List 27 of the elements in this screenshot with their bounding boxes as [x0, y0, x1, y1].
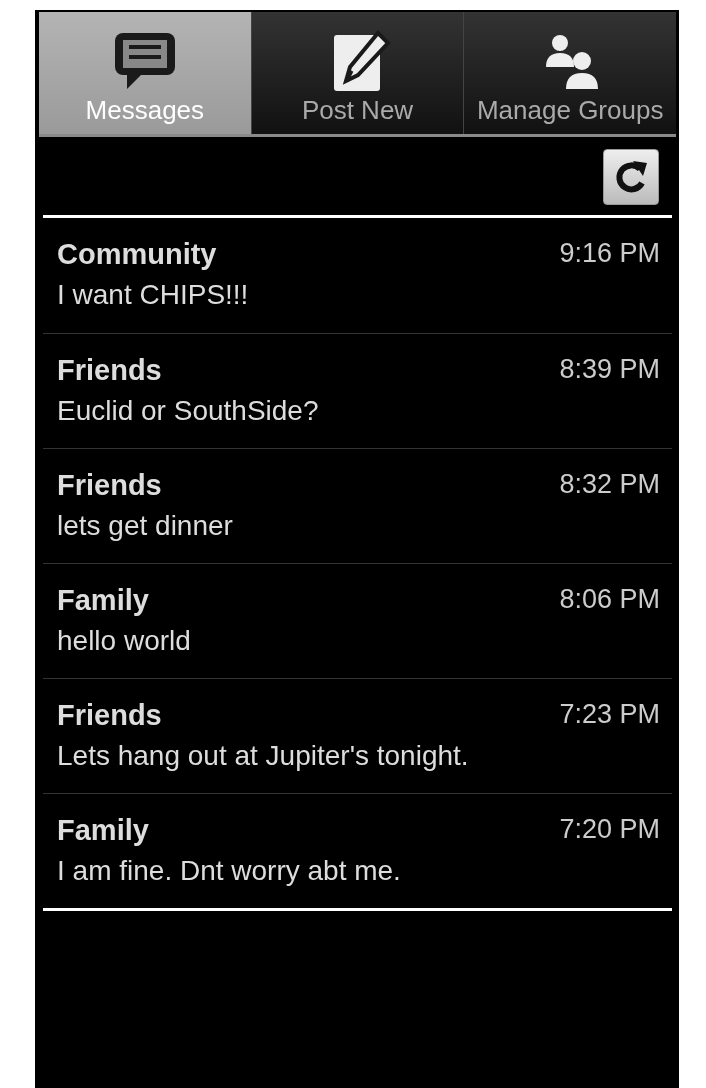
message-row[interactable]: Friends 8:32 PM lets get dinner [43, 448, 672, 563]
message-row[interactable]: Friends 7:23 PM Lets hang out at Jupiter's tonight. [43, 678, 672, 793]
message-text: hello world [57, 625, 192, 657]
tab[interactable]: Post New [250, 12, 464, 134]
message-row[interactable]: Community 9:16 PM I want CHIPS!!! [43, 218, 672, 333]
refresh-button[interactable] [603, 149, 659, 205]
group-name: Family [57, 584, 149, 617]
message-row[interactable]: Friends 8:39 PM Euclid or SouthSide? [43, 333, 672, 448]
group-name: Friends [57, 469, 162, 502]
message-time: 8:39 PM [559, 354, 660, 385]
message-text: Lets hang out at Jupiter's tonight. [57, 740, 470, 772]
message-text: I am fine. Dnt worry abt me. [57, 855, 402, 887]
group-name: Community [57, 238, 217, 271]
message-time: 8:32 PM [559, 469, 660, 500]
message-text: lets get dinner [57, 510, 234, 542]
message-text: Euclid or SouthSide? [57, 395, 320, 427]
message-text: I want CHIPS!!! [57, 279, 250, 311]
message-time: 7:23 PM [559, 699, 660, 730]
group-name: Friends [57, 354, 162, 387]
group-name: Family [57, 814, 149, 847]
group-name: Friends [57, 699, 162, 732]
message-time: 8:06 PM [559, 584, 660, 615]
message-time: 7:20 PM [559, 814, 660, 845]
message-time: 9:16 PM [559, 238, 660, 269]
message-row[interactable]: Family 8:06 PM hello world [43, 563, 672, 678]
tab[interactable]: Manage Groups [463, 12, 676, 134]
message-row[interactable]: Family 7:20 PM I am fine. Dnt worry abt me. [43, 793, 672, 908]
